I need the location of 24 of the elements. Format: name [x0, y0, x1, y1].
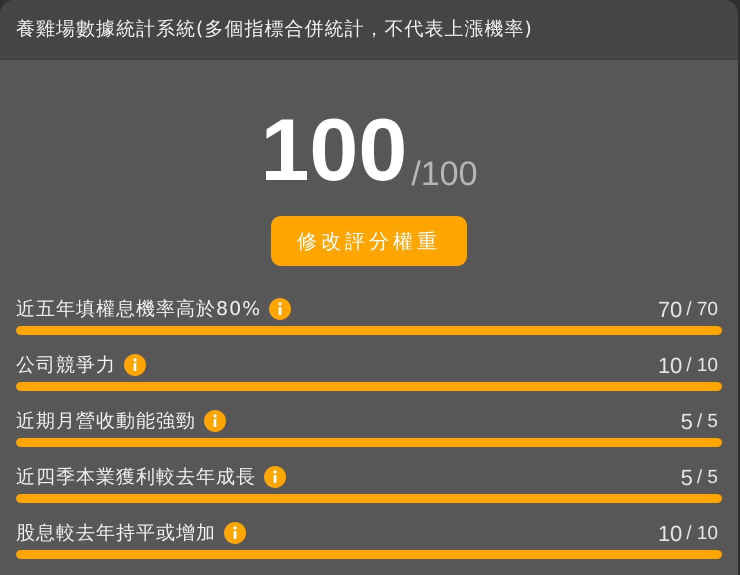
- info-icon[interactable]: [204, 410, 226, 432]
- criterion-score: 5: [680, 408, 693, 436]
- edit-weights-button[interactable]: 修改評分權重: [271, 216, 467, 266]
- criterion-max: / 70: [686, 298, 718, 322]
- criterion-max: / 5: [696, 466, 718, 490]
- criterion-score: 10: [658, 352, 682, 380]
- criterion-score: 10: [658, 520, 682, 548]
- criterion-max: / 10: [686, 522, 718, 546]
- info-icon[interactable]: [224, 522, 246, 544]
- info-icon[interactable]: [264, 466, 286, 488]
- criterion-label: 近期月營收動能強勁: [16, 408, 196, 434]
- info-icon[interactable]: [124, 354, 146, 376]
- window-title: 養雞場數據統計系統(多個指標合併統計，不代表上漲機率): [16, 17, 533, 42]
- total-max: /100: [411, 154, 478, 194]
- info-icon[interactable]: [269, 298, 292, 320]
- criterion-label: 公司競爭力: [16, 352, 116, 378]
- criterion-label: 近四季本業獲利較去年成長: [16, 464, 256, 490]
- criterion-max: / 5: [696, 410, 718, 434]
- total-score: 100: [260, 106, 408, 194]
- criterion-score: 5: [680, 464, 693, 492]
- criterion-max: / 10: [686, 354, 718, 378]
- criterion-score: 70: [658, 296, 682, 324]
- criterion-label: 近五年填權息機率高於80%: [16, 296, 262, 322]
- criterion-label: 股息較去年持平或增加: [16, 520, 216, 546]
